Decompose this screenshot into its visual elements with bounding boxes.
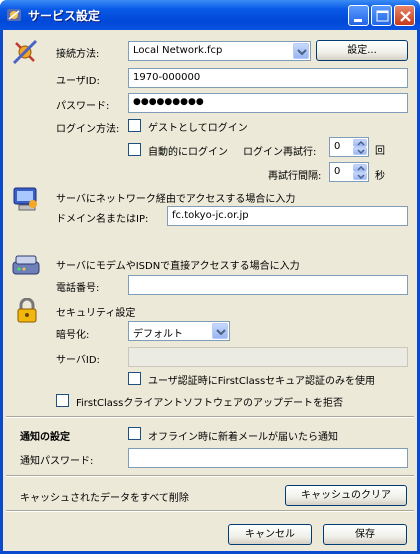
- spinner-up-icon[interactable]: [353, 139, 367, 147]
- window-title: サービス設定: [28, 9, 101, 23]
- minimize-icon: [354, 19, 362, 22]
- connection-method-select[interactable]: Local Network.fcp: [128, 41, 311, 61]
- chevron-down-icon: [293, 43, 309, 59]
- cancel-button[interactable]: キャンセル: [228, 524, 312, 545]
- notify-password-label: 通知パスワード:: [20, 456, 94, 467]
- guest-login-label: ゲストとしてログイン: [148, 123, 248, 134]
- lock-icon: [17, 298, 37, 323]
- close-button[interactable]: [394, 5, 415, 26]
- encryption-label: 暗号化:: [56, 330, 90, 341]
- login-retry-label: ログイン再試行:: [243, 147, 317, 158]
- password-label: パスワード:: [56, 101, 110, 112]
- firstclass-auth-label: ユーザ認証時にFirstClassセキュア認証のみを使用: [148, 376, 375, 387]
- divider: [6, 416, 414, 418]
- reject-update-checkbox[interactable]: [56, 394, 69, 407]
- connection-satellite-icon: [12, 39, 38, 65]
- retry-interval-label: 再試行間隔:: [268, 171, 322, 182]
- domain-label: ドメイン名またはIP:: [56, 214, 149, 225]
- clear-cache-label: キャッシュされたデータをすべて削除: [20, 493, 189, 504]
- maximize-button[interactable]: [371, 5, 392, 26]
- retry-interval-value: 0: [334, 166, 341, 177]
- spinner-down-icon[interactable]: [353, 172, 367, 180]
- notify-password-field[interactable]: [128, 448, 408, 468]
- offline-notify-checkbox[interactable]: [128, 427, 141, 440]
- user-id-label: ユーザID:: [56, 76, 100, 87]
- title-bar[interactable]: サービス設定: [0, 0, 420, 30]
- modem-icon: [12, 255, 40, 275]
- spinner-up-icon[interactable]: [353, 164, 367, 172]
- dialog-body: 接続方法: Local Network.fcp 設定... ユーザID: 197…: [3, 30, 417, 551]
- login-retry-unit: 回: [375, 146, 385, 157]
- security-section-header: セキュリティ設定: [56, 308, 136, 319]
- spinner-down-icon[interactable]: [353, 147, 367, 155]
- server-id-label: サーバID:: [56, 355, 100, 366]
- connection-settings-button[interactable]: 設定...: [316, 40, 408, 61]
- encryption-select[interactable]: デフォルト: [128, 321, 230, 341]
- maximize-icon: [376, 10, 389, 22]
- divider: [6, 475, 414, 477]
- chevron-down-icon: [212, 323, 228, 339]
- retry-interval-spinner[interactable]: 0: [329, 162, 369, 182]
- app-icon: [7, 9, 21, 21]
- server-id-field[interactable]: [128, 347, 408, 367]
- modem-section-header: サーバにモデムやISDNで直接アクセスする場合に入力: [56, 261, 300, 272]
- domain-field[interactable]: fc.tokyo-jc.or.jp: [167, 206, 408, 226]
- close-icon: [400, 11, 411, 22]
- network-section-header: サーバにネットワーク経由でアクセスする場合に入力: [56, 194, 296, 205]
- divider: [6, 510, 414, 512]
- auto-login-checkbox[interactable]: [128, 143, 141, 156]
- encryption-value: デフォルト: [133, 329, 183, 340]
- settings-window: サービス設定 接続方法: Local Network.fcp 設定... ユーザ…: [0, 0, 420, 554]
- guest-login-checkbox[interactable]: [128, 119, 141, 132]
- clear-cache-button[interactable]: キャッシュのクリア: [285, 485, 407, 506]
- login-method-label: ログイン方法:: [56, 124, 120, 135]
- login-retry-value: 0: [334, 141, 341, 152]
- phone-label: 電話番号:: [56, 283, 100, 294]
- login-retry-spinner[interactable]: 0: [329, 137, 369, 157]
- connection-method-value: Local Network.fcp: [133, 45, 223, 56]
- phone-field[interactable]: [128, 275, 408, 295]
- minimize-button[interactable]: [348, 5, 369, 26]
- reject-update-label: FirstClassクライアントソフトウェアのアップデートを拒否: [76, 398, 343, 409]
- notify-section-header: 通知の設定: [20, 432, 70, 443]
- save-button[interactable]: 保存: [323, 524, 407, 545]
- auto-login-label: 自動的にログイン: [148, 147, 228, 158]
- network-computer-icon: [13, 187, 37, 211]
- password-field[interactable]: ●●●●●●●●●: [128, 93, 408, 113]
- offline-notify-label: オフライン時に新着メールが届いたら通知: [148, 432, 338, 443]
- firstclass-auth-checkbox[interactable]: [128, 372, 141, 385]
- connection-method-label: 接続方法:: [56, 49, 100, 60]
- retry-interval-unit: 秒: [375, 171, 385, 182]
- user-id-field[interactable]: 1970-000000: [128, 68, 408, 88]
